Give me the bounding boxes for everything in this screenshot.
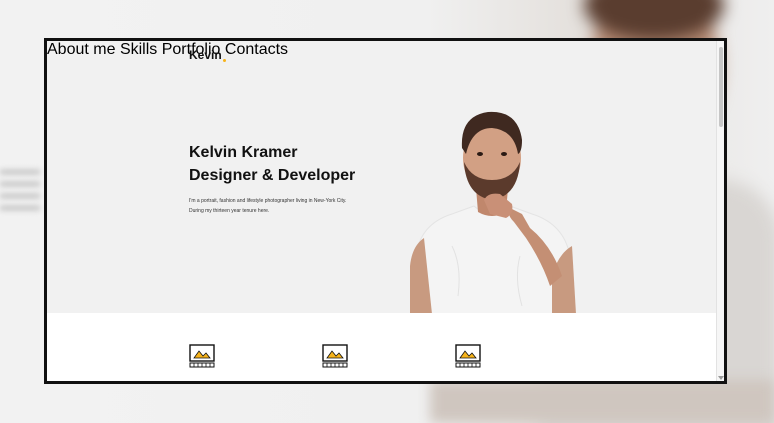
website-preview: Kevin About me Skills Portfolio Contacts… xyxy=(44,38,727,384)
backdrop-bottom xyxy=(430,380,774,423)
backdrop-text xyxy=(0,104,3,154)
site-logo[interactable]: Kevin xyxy=(189,48,222,62)
nav-skills[interactable]: Skills xyxy=(120,41,157,58)
image-frame-icon xyxy=(189,344,215,368)
scroll-down-arrow-icon[interactable] xyxy=(718,376,724,380)
nav-contacts[interactable]: Contacts xyxy=(225,41,288,58)
hero-portrait-photo xyxy=(410,111,576,314)
logo-accent-dot xyxy=(223,59,226,62)
features-section xyxy=(47,313,719,381)
vertical-scrollbar[interactable] xyxy=(716,41,724,381)
image-frame-icon xyxy=(455,344,481,368)
nav-about-me[interactable]: About me xyxy=(47,41,115,58)
hero-title: Kelvin Kramer Designer & Developer xyxy=(189,141,355,187)
scrollbar-thumb[interactable] xyxy=(719,47,723,127)
main-nav: About me Skills Portfolio Contacts xyxy=(47,41,724,59)
hero-description: I'm a portrait, fashion and lifestyle ph… xyxy=(189,196,389,216)
hero-description-line: During my thirteen year tenure here. xyxy=(189,208,270,214)
hero-description-line: I'm a portrait, fashion and lifestyle ph… xyxy=(189,198,347,204)
hero-role: Designer & Developer xyxy=(189,167,356,184)
image-frame-icon xyxy=(322,344,348,368)
backdrop-text xyxy=(0,46,3,96)
hero-name: Kelvin Kramer xyxy=(189,144,298,161)
backdrop-lines xyxy=(0,170,40,210)
